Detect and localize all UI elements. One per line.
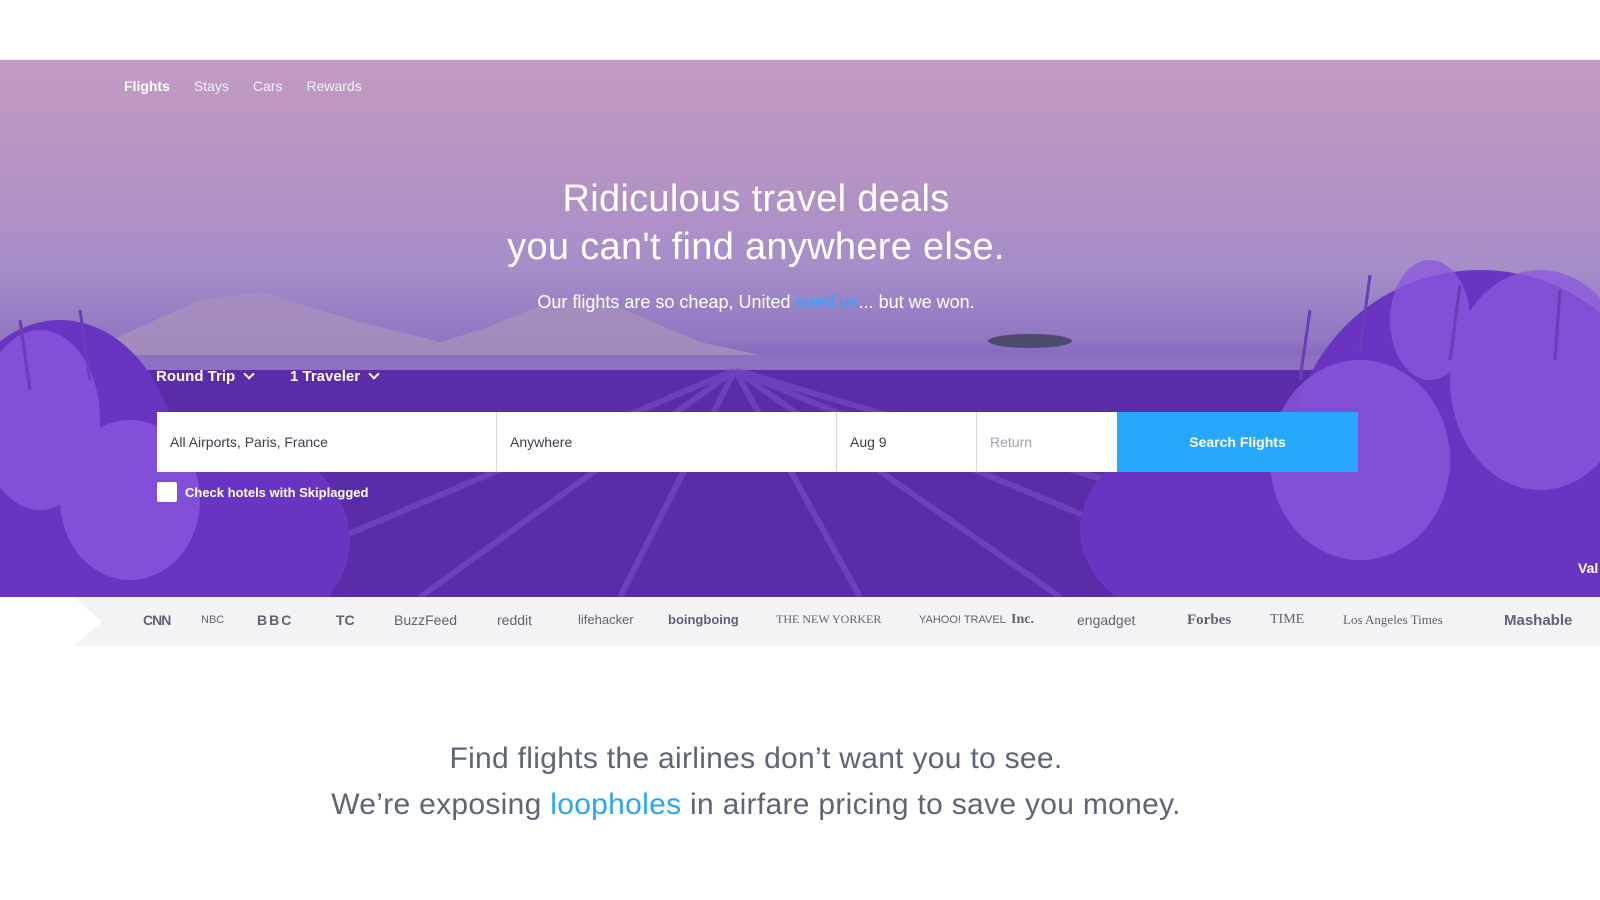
origin-input[interactable]: All Airports, Paris, France [157, 412, 497, 472]
time-logo: TIME [1270, 612, 1305, 627]
nav-rewards[interactable]: Rewards [306, 78, 361, 94]
subline-text-before: Our flights are so cheap, United [537, 292, 796, 312]
top-bar [0, 0, 1600, 60]
headline-line-2: you can't find anywhere else. [507, 226, 1005, 268]
nav-flights[interactable]: Flights [124, 78, 170, 94]
lavender-field-background [0, 260, 1600, 597]
yahoo-travel-logo: YAHOO! TRAVEL [919, 614, 1006, 626]
techcrunch-logo: TC [336, 612, 355, 628]
hero-subline: Our flights are so cheap, United sued us… [0, 292, 1512, 313]
new-yorker-logo: THE NEW YORKER [776, 612, 882, 626]
search-flights-button[interactable]: Search Flights [1117, 412, 1358, 472]
hotel-checkbox[interactable] [157, 482, 177, 502]
forbes-logo: Forbes [1187, 612, 1232, 628]
tagline-text-after: in airfare pricing to save you money. [681, 788, 1181, 821]
hero-edge-text: Val [1578, 560, 1599, 576]
tagline-text-before: We’re exposing [331, 788, 551, 821]
buzzfeed-logo: BuzzFeed [394, 612, 458, 628]
inc-logo: Inc. [1011, 612, 1034, 627]
main-nav: Flights Stays Cars Rewards [124, 78, 362, 94]
travelers-label: 1 Traveler [290, 368, 361, 385]
chevron-down-icon [368, 368, 380, 380]
headline-line-1: Ridiculous travel deals [562, 178, 950, 220]
la-times-logo: Los Angeles Times [1343, 612, 1443, 627]
lifehacker-logo: lifehacker [578, 612, 634, 627]
nbc-logo: NBC [201, 614, 225, 626]
hotel-check-option[interactable]: Check hotels with Skiplagged [157, 482, 368, 502]
engadget-logo: engadget [1077, 612, 1136, 628]
trip-type-dropdown[interactable]: Round Trip [156, 368, 255, 385]
travelers-dropdown[interactable]: 1 Traveler [290, 368, 380, 385]
loopholes-link[interactable]: loopholes [550, 788, 681, 821]
subline-text-after: ... but we won. [858, 292, 975, 312]
tagline-line-1: Find flights the airlines don’t want you… [449, 742, 1063, 775]
flight-search-bar: All Airports, Paris, France Anywhere Aug… [157, 412, 1358, 472]
nav-cars[interactable]: Cars [253, 78, 283, 94]
tagline-line-2: We’re exposing loopholes in airfare pric… [0, 788, 1512, 822]
trip-type-label: Round Trip [156, 368, 236, 385]
boingboing-logo: boingboing [668, 612, 739, 627]
destination-input[interactable]: Anywhere [497, 412, 837, 472]
reddit-logo: reddit [497, 612, 533, 628]
cnn-logo: CNN [143, 612, 171, 628]
sued-us-link[interactable]: sued us [796, 292, 859, 312]
depart-date-input[interactable]: Aug 9 [837, 412, 977, 472]
bbc-logo: BBC [257, 612, 294, 628]
hotel-check-label: Check hotels with Skiplagged [185, 484, 369, 500]
hero-headline: Ridiculous travel deals you can't find a… [0, 175, 1512, 271]
mashable-logo: Mashable [1504, 612, 1573, 629]
chevron-down-icon [243, 368, 255, 380]
return-date-input[interactable]: Return [977, 412, 1117, 472]
hero-section: Flights Stays Cars Rewards Ridiculous tr… [0, 60, 1600, 597]
nav-stays[interactable]: Stays [194, 78, 229, 94]
press-logos-bar: CNN NBC BBC TC BuzzFeed reddit lifehacke… [0, 597, 1600, 646]
